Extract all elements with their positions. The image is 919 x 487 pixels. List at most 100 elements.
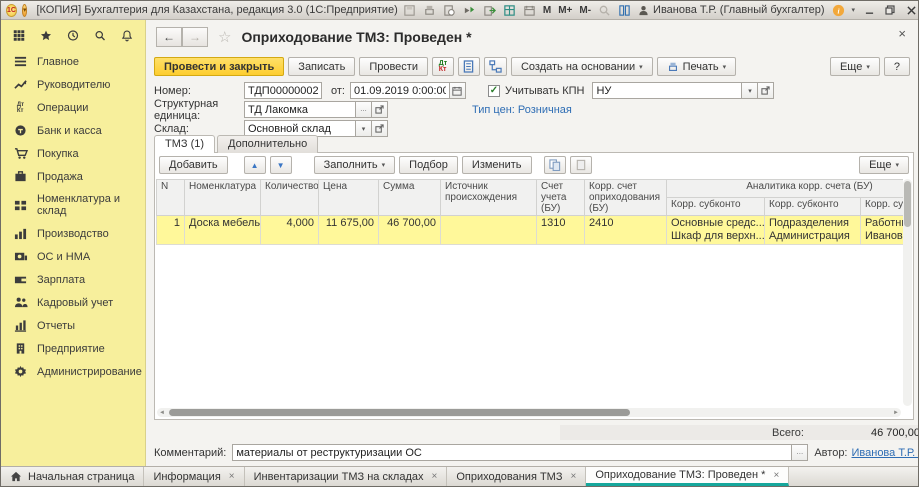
sidebar-item-salary[interactable]: Зарплата: [1, 268, 145, 291]
sidebar-item-manager[interactable]: Руководителю: [1, 73, 145, 96]
favorites-star-icon[interactable]: [40, 28, 52, 43]
sidebar-item-purchase[interactable]: Покупка: [1, 142, 145, 165]
sidebar-item-nomenclature[interactable]: Номенклатура и склад: [1, 188, 145, 222]
save-icon[interactable]: [403, 4, 416, 17]
close-icon[interactable]: [904, 3, 918, 17]
taskbar-tab-receipts-list[interactable]: Оприходования ТМЗ×: [447, 467, 586, 486]
close-tab-icon[interactable]: ×: [773, 470, 779, 481]
info-icon[interactable]: i: [832, 4, 845, 17]
taskbar-tab-information[interactable]: Информация×: [144, 467, 244, 486]
horizontal-scrollbar[interactable]: ◄ ►: [157, 408, 901, 417]
history-clock-icon[interactable]: [67, 28, 79, 43]
chevron-down-icon[interactable]: ▾: [356, 120, 372, 137]
add-row-button[interactable]: Добавить: [159, 156, 228, 174]
cell-corr-account-bu[interactable]: 2410: [585, 216, 667, 245]
move-up-button[interactable]: ▲: [244, 156, 266, 174]
minimize-button[interactable]: [862, 3, 876, 17]
calendar-picker-icon[interactable]: [450, 82, 466, 99]
pick-button[interactable]: Подбор: [399, 156, 458, 174]
columns-icon[interactable]: [618, 4, 631, 17]
table-row[interactable]: 1 Доска мебельная 4,000 11 675,00 46 700…: [157, 216, 904, 245]
calc-m-plus-button[interactable]: M+: [558, 5, 572, 16]
scroll-right-icon[interactable]: ►: [891, 410, 901, 416]
tab-additional[interactable]: Дополнительно: [217, 135, 318, 153]
nu-field[interactable]: [592, 82, 742, 99]
copy-icon[interactable]: [544, 156, 566, 174]
cell-corr-subconto-1[interactable]: Основные средс...Шкаф для верхн...: [667, 216, 765, 245]
taskbar-tab-home[interactable]: Начальная страница: [1, 467, 144, 486]
print-preview-icon[interactable]: [443, 4, 456, 17]
comment-ellipsis-icon[interactable]: …: [792, 444, 808, 461]
export-icon[interactable]: [483, 4, 496, 17]
favorite-star-icon[interactable]: ☆: [218, 28, 231, 46]
sync-icon[interactable]: [463, 4, 476, 17]
sidebar-item-fixed-assets[interactable]: ОС и НМА: [1, 245, 145, 268]
cell-row-number[interactable]: 1: [157, 216, 185, 245]
price-type-link[interactable]: Тип цен: Розничная: [472, 104, 572, 116]
tab-tmz[interactable]: ТМЗ (1): [154, 135, 215, 153]
number-field[interactable]: [244, 82, 322, 99]
kpn-checkbox[interactable]: ✓: [488, 85, 500, 97]
author-link[interactable]: Иванова Т.Р. (Главный бухгалтер): [852, 447, 919, 459]
cell-corr-subconto-2[interactable]: ПодразделенияАдминистрация: [765, 216, 861, 245]
sidebar-item-hr[interactable]: Кадровый учет: [1, 291, 145, 314]
current-user[interactable]: Иванова Т.Р. (Главный бухгалтер): [638, 4, 825, 16]
cell-nomenclature[interactable]: Доска мебельная: [185, 216, 261, 245]
print-button[interactable]: Печать▾: [657, 57, 737, 76]
vertical-scrollbar[interactable]: [903, 179, 912, 406]
table-more-button[interactable]: Еще▾: [859, 156, 909, 174]
change-button[interactable]: Изменить: [462, 156, 532, 174]
sidebar-item-bank-cash[interactable]: Банк и касса: [1, 119, 145, 142]
taskbar-tab-inventories[interactable]: Инвентаризации ТМЗ на складах×: [245, 467, 448, 486]
structural-unit-field[interactable]: [244, 101, 356, 118]
cell-sum[interactable]: 46 700,00: [379, 216, 441, 245]
cell-quantity[interactable]: 4,000: [261, 216, 319, 245]
choose-ellipsis-icon[interactable]: …: [356, 101, 372, 118]
cell-account-bu[interactable]: 1310: [537, 216, 585, 245]
dtkt-postings-button[interactable]: ДтКт: [432, 57, 454, 76]
cell-source[interactable]: [441, 216, 537, 245]
table-icon[interactable]: [503, 4, 516, 17]
post-button[interactable]: Провести: [359, 57, 428, 76]
open-icon[interactable]: [758, 82, 774, 99]
maximize-button[interactable]: [883, 3, 897, 17]
close-tab-icon[interactable]: ×: [431, 471, 437, 482]
main-menu-button[interactable]: ▾: [22, 4, 28, 17]
sidebar-item-administration[interactable]: Администрирование: [1, 360, 145, 383]
search-icon[interactable]: [94, 28, 106, 43]
open-icon[interactable]: [372, 120, 388, 137]
close-tab-icon[interactable]: ×: [571, 471, 577, 482]
cell-price[interactable]: 11 675,00: [319, 216, 379, 245]
calc-m-button[interactable]: M: [543, 5, 551, 16]
chevron-down-icon[interactable]: ▾: [852, 6, 856, 14]
scroll-left-icon[interactable]: ◄: [157, 410, 167, 416]
horizontal-scrollbar-thumb[interactable]: [169, 409, 630, 416]
form-more-button[interactable]: Еще▾: [830, 57, 880, 76]
zoom-icon[interactable]: [598, 4, 611, 17]
create-on-base-button[interactable]: Создать на основании▾: [511, 57, 653, 76]
sidebar-item-main[interactable]: Главное: [1, 50, 145, 73]
sidebar-item-reports[interactable]: Отчеты: [1, 314, 145, 337]
move-down-button[interactable]: ▼: [270, 156, 292, 174]
notifications-bell-icon[interactable]: [121, 28, 133, 43]
help-button[interactable]: ?: [884, 57, 910, 76]
structure-button[interactable]: [484, 57, 507, 76]
open-icon[interactable]: [372, 101, 388, 118]
paste-icon[interactable]: [570, 156, 592, 174]
write-button[interactable]: Записать: [288, 57, 355, 76]
date-field[interactable]: [350, 82, 450, 99]
comment-field[interactable]: [232, 444, 792, 461]
back-button[interactable]: ←: [156, 27, 182, 47]
vertical-scrollbar-thumb[interactable]: [904, 181, 911, 227]
register-records-button[interactable]: [458, 57, 480, 76]
close-form-icon[interactable]: ×: [898, 26, 906, 41]
calc-m-minus-button[interactable]: M-: [579, 5, 591, 16]
sidebar-item-enterprise[interactable]: Предприятие: [1, 337, 145, 360]
cell-corr-subconto-3[interactable]: Работники орга...Иванова Татьян...: [861, 216, 904, 245]
sections-menu-icon[interactable]: [13, 28, 25, 43]
chevron-down-icon[interactable]: ▾: [742, 82, 758, 99]
forward-button[interactable]: →: [182, 27, 208, 47]
sidebar-item-production[interactable]: Производство: [1, 222, 145, 245]
calendar-icon[interactable]: [523, 4, 536, 17]
close-tab-icon[interactable]: ×: [229, 471, 235, 482]
